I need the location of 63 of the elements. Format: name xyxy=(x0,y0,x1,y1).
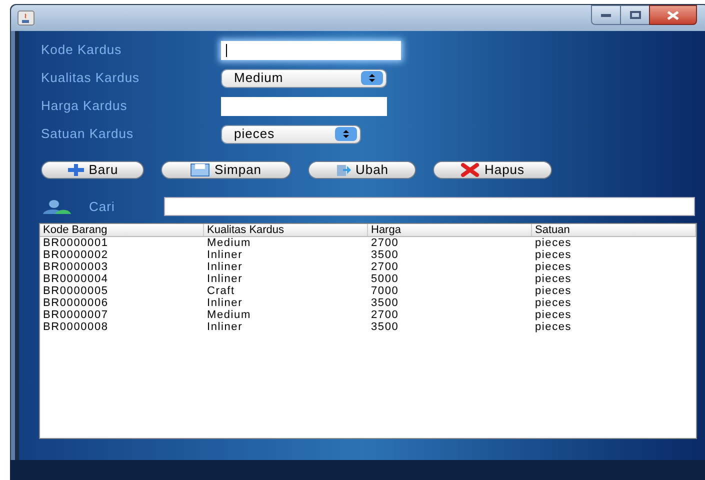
table-cell-text: BR0000004 xyxy=(42,273,110,285)
table-cell-text: BR0000003 xyxy=(42,261,110,273)
close-button[interactable] xyxy=(649,5,697,25)
cross-icon xyxy=(460,163,480,177)
column-header[interactable]: Satuan xyxy=(532,224,696,236)
table-cell-text: pieces xyxy=(534,321,573,333)
table-cell-text: pieces xyxy=(534,237,573,249)
table-cell-text: 5000 xyxy=(370,273,400,285)
table-cell-text: BR0000005 xyxy=(42,285,110,297)
text-field[interactable] xyxy=(221,40,401,60)
table-cell-text: Inliner xyxy=(206,273,244,285)
table-cell-text: pieces xyxy=(534,249,573,261)
maximize-button[interactable] xyxy=(621,5,649,25)
table-cell-text: Medium xyxy=(206,309,252,321)
table-cell-text: 2700 xyxy=(370,261,400,273)
text-cursor xyxy=(226,44,227,56)
table-cell-text: BR0000002 xyxy=(42,249,110,261)
search-people-icon xyxy=(41,198,73,214)
table-cell-text: Inliner xyxy=(206,297,244,309)
minimize-button[interactable] xyxy=(591,5,621,25)
search-field[interactable] xyxy=(164,197,695,216)
maximize-icon xyxy=(630,11,640,19)
search-label: Cari xyxy=(89,198,116,216)
toolbar-button[interactable]: Hapus xyxy=(433,161,552,179)
table-cell-text: Medium xyxy=(206,237,252,249)
toolbar-button[interactable]: Baru xyxy=(41,161,144,179)
table-cell-text: BR0000001 xyxy=(42,237,110,249)
spinner-arrows-icon xyxy=(361,71,383,85)
table-cell-text: Inliner xyxy=(206,261,244,273)
toolbar-button[interactable]: Ubah xyxy=(308,161,416,179)
text-field[interactable] xyxy=(221,96,387,116)
column-header[interactable]: Harga xyxy=(368,224,532,236)
toolbar-button[interactable]: Simpan xyxy=(161,161,291,179)
field-label: Kualitas Kardus xyxy=(41,69,141,88)
column-header[interactable]: Kode Barang xyxy=(40,224,204,236)
table-cell-text: Inliner xyxy=(206,249,244,261)
dropdown[interactable]: Medium xyxy=(221,68,387,88)
table-cell-text: pieces xyxy=(534,285,573,297)
field-label: Harga Kardus xyxy=(41,97,128,116)
table-cell-text: 3500 xyxy=(370,321,400,333)
table-cell-text: 2700 xyxy=(370,309,400,321)
table-cell-text: Inliner xyxy=(206,321,244,333)
table-cell-text: 7000 xyxy=(370,285,400,297)
plus-icon xyxy=(66,163,85,177)
table-cell-text: 2700 xyxy=(370,237,400,249)
minimize-icon xyxy=(601,14,611,16)
document-arrow-icon xyxy=(335,163,352,177)
field-label: Satuan Kardus xyxy=(41,125,135,144)
column-header[interactable]: Kualitas Kardus xyxy=(204,224,368,236)
table-cell-text: BR0000007 xyxy=(42,309,110,321)
table-cell-text: BR0000006 xyxy=(42,297,110,309)
table-cell-text: pieces xyxy=(534,309,573,321)
table-cell-text: 3500 xyxy=(370,249,400,261)
table-cell-text: pieces xyxy=(534,273,573,285)
field-label: Kode Kardus xyxy=(41,41,123,60)
table-cell-text: pieces xyxy=(534,261,573,273)
spinner-arrows-icon xyxy=(335,127,357,141)
close-icon xyxy=(667,10,679,20)
table-cell-text: BR0000008 xyxy=(42,321,110,333)
table-cell-text: pieces xyxy=(534,297,573,309)
dropdown[interactable]: pieces xyxy=(221,124,361,144)
table-cell-text: Craft xyxy=(206,285,236,297)
table-cell-text: 3500 xyxy=(370,297,400,309)
